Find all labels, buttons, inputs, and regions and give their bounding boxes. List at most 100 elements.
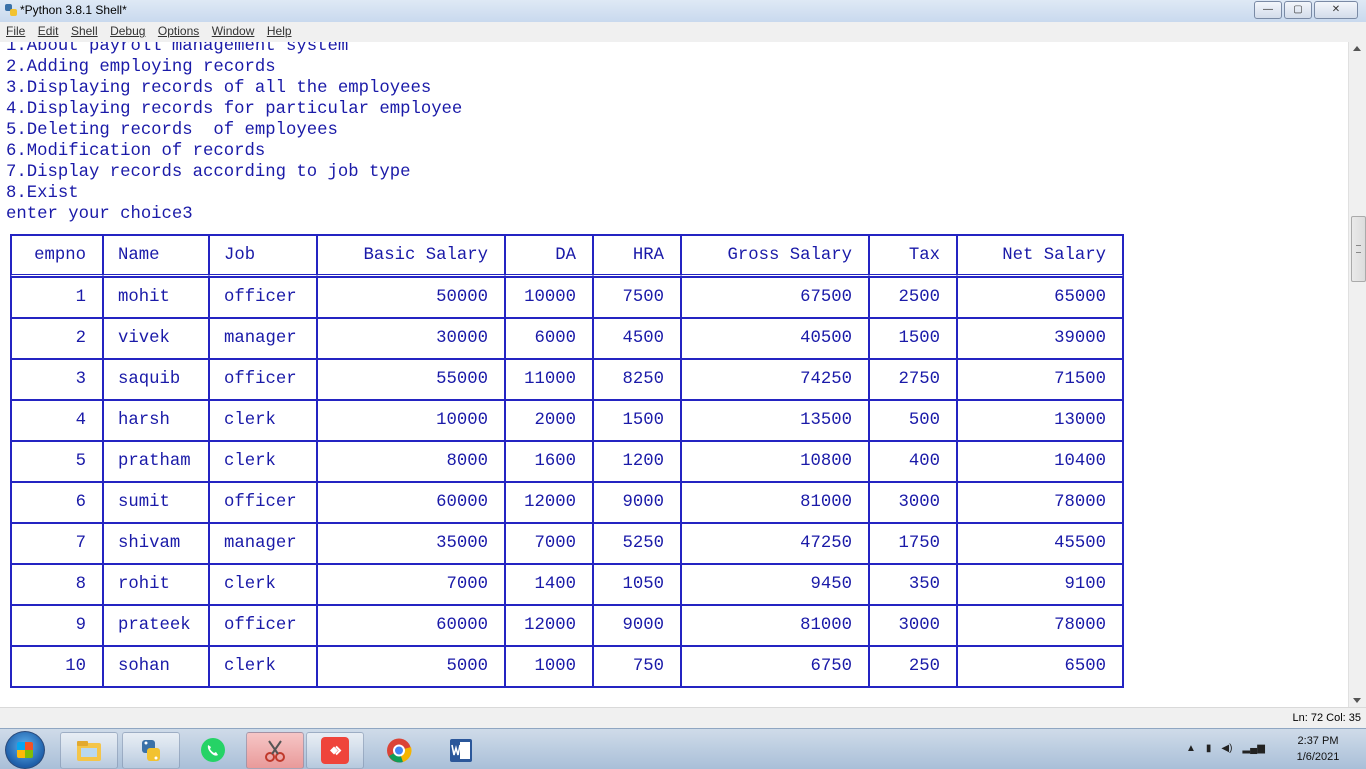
cell-da: 10000 [505,277,593,318]
cell-hra: 4500 [593,318,681,359]
cell-empno: 9 [11,605,103,646]
header-empno: empno [11,235,103,277]
cell-da: 1400 [505,564,593,605]
taskbar-file-explorer[interactable] [60,732,118,769]
table-row: 8 rohit clerk 7000 1400 1050 9450 350 91… [11,564,1123,605]
cell-da: 12000 [505,482,593,523]
cell-empno: 8 [11,564,103,605]
output-line: 3.Displaying records of all the employee… [6,79,432,98]
cell-empno: 3 [11,359,103,400]
taskbar-python[interactable] [122,732,180,769]
cell-empno: 1 [11,277,103,318]
cell-tax: 250 [869,646,957,687]
minimize-button[interactable]: — [1254,1,1282,19]
cell-da: 1000 [505,646,593,687]
cell-name: shivam [103,523,209,564]
cell-basic-salary: 60000 [317,605,505,646]
cell-job: manager [209,318,317,359]
table-row: 6 sumit officer 60000 12000 9000 81000 3… [11,482,1123,523]
taskbar-word[interactable] [432,732,490,769]
cell-hra: 9000 [593,605,681,646]
menu-file[interactable]: File [2,22,29,38]
scroll-down-arrow-icon[interactable] [1353,698,1361,703]
cell-tax: 2750 [869,359,957,400]
table-row: 7 shivam manager 35000 7000 5250 47250 1… [11,523,1123,564]
taskbar-anydesk[interactable] [306,732,364,769]
cell-da: 7000 [505,523,593,564]
cell-da: 1600 [505,441,593,482]
cell-net-salary: 13000 [957,400,1123,441]
battery-icon[interactable]: ▮ [1206,743,1212,754]
cell-name: rohit [103,564,209,605]
table-row: 10 sohan clerk 5000 1000 750 6750 250 65… [11,646,1123,687]
taskbar-snipping-tool[interactable] [246,732,304,769]
cell-name: mohit [103,277,209,318]
header-tax: Tax [869,235,957,277]
menu-debug[interactable]: Debug [106,22,149,38]
cell-empno: 6 [11,482,103,523]
taskbar-whatsapp[interactable] [184,732,242,769]
cell-job: officer [209,359,317,400]
cell-gross-salary: 13500 [681,400,869,441]
output-line: 1.About payroll management system [6,42,349,56]
scroll-up-arrow-icon[interactable] [1353,46,1361,51]
cell-job: clerk [209,564,317,605]
cell-job: officer [209,482,317,523]
output-line: 5.Deleting records of employees [6,121,338,140]
taskbar-clock[interactable]: 2:37 PM 1/6/2021 [1290,733,1346,765]
cell-name: vivek [103,318,209,359]
header-name: Name [103,235,209,277]
python-icon [142,740,160,761]
network-signal-icon[interactable]: ▂▄▆ [1242,743,1264,754]
table-row: 2 vivek manager 30000 6000 4500 40500 15… [11,318,1123,359]
cell-basic-salary: 55000 [317,359,505,400]
cell-gross-salary: 67500 [681,277,869,318]
clock-time: 2:37 PM [1297,735,1339,747]
cell-basic-salary: 8000 [317,441,505,482]
scrollbar-thumb[interactable] [1351,216,1366,282]
cell-da: 2000 [505,400,593,441]
cell-gross-salary: 9450 [681,564,869,605]
cell-tax: 500 [869,400,957,441]
close-button[interactable]: ✕ [1314,1,1358,19]
header-gross-salary: Gross Salary [681,235,869,277]
cell-da: 12000 [505,605,593,646]
cell-da: 6000 [505,318,593,359]
cell-basic-salary: 5000 [317,646,505,687]
menu-options[interactable]: Options [154,22,203,38]
volume-icon[interactable]: ◀) [1221,743,1232,754]
taskbar-chrome[interactable] [370,732,428,769]
cell-tax: 3000 [869,482,957,523]
show-hidden-icons-icon[interactable]: ▲ [1186,743,1196,754]
vertical-scrollbar[interactable] [1348,42,1366,707]
cell-job: clerk [209,441,317,482]
cell-job: clerk [209,400,317,441]
cell-hra: 8250 [593,359,681,400]
cell-gross-salary: 81000 [681,605,869,646]
menu-bar: File Edit Shell Debug Options Window Hel… [0,22,1366,43]
shell-output-area[interactable]: 1.About payroll management system 2.Addi… [0,42,1348,707]
cell-hra: 750 [593,646,681,687]
cell-tax: 1500 [869,318,957,359]
clock-date: 1/6/2021 [1296,751,1340,763]
cell-name: pratham [103,441,209,482]
output-line: 4.Displaying records for particular empl… [6,100,463,119]
menu-edit[interactable]: Edit [34,22,63,38]
menu-window[interactable]: Window [208,22,259,38]
output-line: 6.Modification of records [6,142,266,161]
cell-empno: 2 [11,318,103,359]
menu-shell[interactable]: Shell [67,22,102,38]
table-row: 4 harsh clerk 10000 2000 1500 13500 500 … [11,400,1123,441]
cell-da: 11000 [505,359,593,400]
maximize-button[interactable]: ▢ [1284,1,1312,19]
cell-net-salary: 10400 [957,441,1123,482]
header-hra: HRA [593,235,681,277]
cell-job: officer [209,605,317,646]
header-da: DA [505,235,593,277]
menu-help[interactable]: Help [263,22,296,38]
cell-gross-salary: 10800 [681,441,869,482]
start-button[interactable] [5,731,45,769]
word-icon [450,739,472,762]
cell-basic-salary: 7000 [317,564,505,605]
cell-name: saquib [103,359,209,400]
